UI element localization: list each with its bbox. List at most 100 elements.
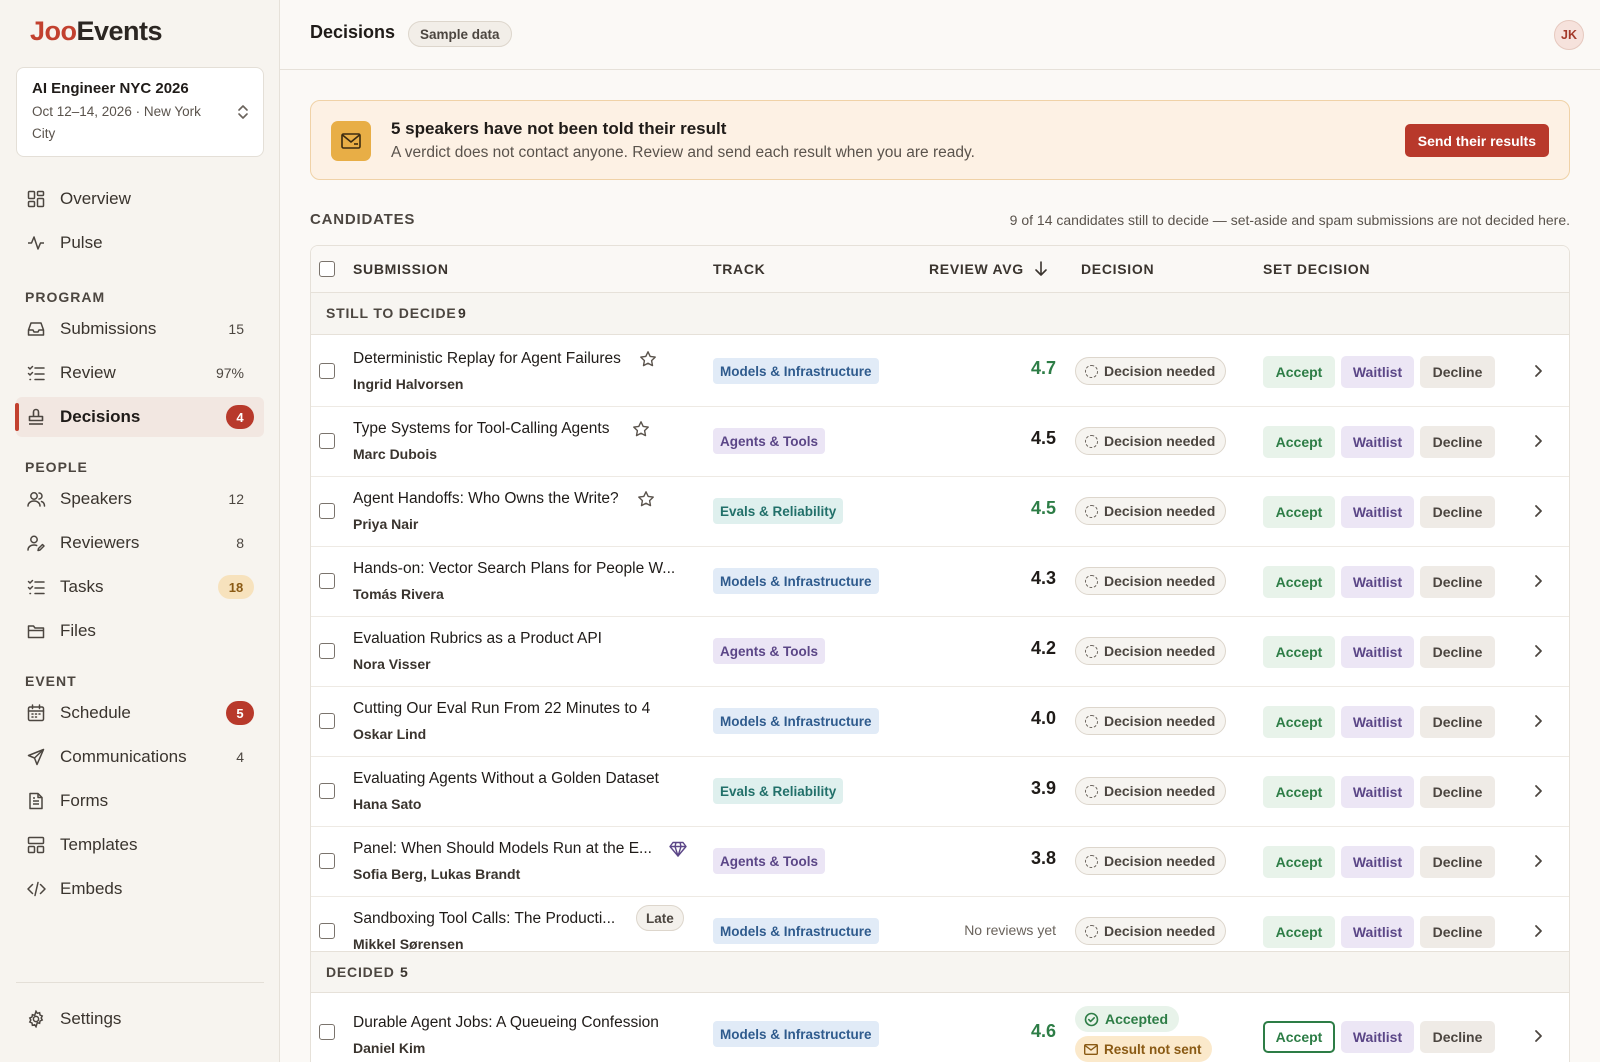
star-icon[interactable] — [632, 420, 650, 438]
decline-button[interactable]: Decline — [1420, 846, 1495, 878]
chevron-right-icon[interactable] — [1533, 714, 1543, 728]
table-row[interactable]: Agent Handoffs: Who Owns the Write? Priya… — [311, 476, 1569, 546]
row-checkbox[interactable] — [319, 363, 335, 379]
sidebar-item-pulse[interactable]: Pulse — [16, 223, 264, 263]
table-row[interactable]: Panel: When Should Models Run at the E..… — [311, 826, 1569, 896]
submission-title[interactable]: Evaluation Rubrics as a Product API — [353, 630, 602, 648]
accept-button[interactable]: Accept — [1263, 706, 1335, 738]
column-submission[interactable]: SUBMISSION — [353, 261, 449, 277]
sidebar-item-review[interactable]: Review 97% — [16, 353, 264, 393]
pending-circle-icon — [1085, 854, 1098, 868]
submission-title[interactable]: Deterministic Replay for Agent Failures — [353, 350, 621, 368]
submission-title[interactable]: Durable Agent Jobs: A Queueing Confessio… — [353, 1014, 659, 1032]
accept-button[interactable]: Accept — [1263, 776, 1335, 808]
accept-button[interactable]: Accept — [1263, 496, 1335, 528]
sidebar-item-forms[interactable]: Forms — [16, 781, 264, 821]
row-checkbox[interactable] — [319, 783, 335, 799]
waitlist-button[interactable]: Waitlist — [1341, 916, 1414, 948]
table-row[interactable]: Hands-on: Vector Search Plans for People… — [311, 546, 1569, 616]
sidebar-item-speakers[interactable]: Speakers 12 — [16, 479, 264, 519]
submission-title[interactable]: Type Systems for Tool-Calling Agents — [353, 420, 609, 438]
column-review-avg[interactable]: REVIEW AVG — [929, 261, 1024, 277]
accept-button[interactable]: Accept — [1263, 356, 1335, 388]
section-people: PEOPLE — [25, 459, 88, 475]
column-decision[interactable]: DECISION — [1081, 261, 1154, 277]
waitlist-button[interactable]: Waitlist — [1341, 636, 1414, 668]
accept-button[interactable]: Accept — [1263, 846, 1335, 878]
decline-button[interactable]: Decline — [1420, 566, 1495, 598]
chevron-right-icon[interactable] — [1533, 854, 1543, 868]
sidebar-item-files[interactable]: Files — [16, 611, 264, 651]
sidebar-item-tasks[interactable]: Tasks 18 — [16, 567, 264, 607]
decline-button[interactable]: Decline — [1420, 426, 1495, 458]
submission-title[interactable]: Cutting Our Eval Run From 22 Minutes to … — [353, 700, 650, 718]
row-checkbox[interactable] — [319, 573, 335, 589]
decline-button[interactable]: Decline — [1420, 776, 1495, 808]
star-icon[interactable] — [639, 350, 657, 368]
decline-button[interactable]: Decline — [1420, 1021, 1495, 1053]
chevron-right-icon[interactable] — [1533, 504, 1543, 518]
chevron-right-icon[interactable] — [1533, 364, 1543, 378]
sidebar-item-submissions[interactable]: Submissions 15 — [16, 309, 264, 349]
accept-button[interactable]: Accept — [1263, 566, 1335, 598]
sidebar-item-reviewers[interactable]: Reviewers 8 — [16, 523, 264, 563]
sidebar-item-decisions[interactable]: Decisions 4 — [15, 397, 264, 437]
chevron-right-icon[interactable] — [1533, 574, 1543, 588]
waitlist-button[interactable]: Waitlist — [1341, 356, 1414, 388]
app-logo[interactable]: JooEvents — [30, 16, 163, 47]
accept-button[interactable]: Accept — [1263, 426, 1335, 458]
submission-title[interactable]: Panel: When Should Models Run at the E..… — [353, 840, 652, 858]
accept-button[interactable]: Accept — [1263, 916, 1335, 948]
submission-title[interactable]: Sandboxing Tool Calls: The Producti... — [353, 910, 615, 928]
sidebar-item-overview[interactable]: Overview — [16, 179, 264, 219]
decline-button[interactable]: Decline — [1420, 636, 1495, 668]
decline-button[interactable]: Decline — [1420, 706, 1495, 738]
sort-descending-icon[interactable] — [1034, 261, 1048, 277]
waitlist-button[interactable]: Waitlist — [1341, 846, 1414, 878]
waitlist-button[interactable]: Waitlist — [1341, 566, 1414, 598]
chevron-right-icon[interactable] — [1533, 434, 1543, 448]
avatar[interactable]: JK — [1554, 20, 1584, 50]
sidebar-item-schedule[interactable]: Schedule 5 — [16, 693, 264, 733]
waitlist-button[interactable]: Waitlist — [1341, 426, 1414, 458]
sidebar-item-embeds[interactable]: Embeds — [16, 869, 264, 909]
table-row[interactable]: Durable Agent Jobs: A Queueing Confessio… — [311, 994, 1569, 1062]
chevron-right-icon[interactable] — [1533, 784, 1543, 798]
waitlist-button[interactable]: Waitlist — [1341, 706, 1414, 738]
table-row[interactable]: Evaluating Agents Without a Golden Datas… — [311, 756, 1569, 826]
row-checkbox[interactable] — [319, 923, 335, 939]
chevron-right-icon[interactable] — [1533, 1029, 1543, 1043]
select-all-checkbox[interactable] — [319, 261, 335, 277]
row-checkbox[interactable] — [319, 853, 335, 869]
table-row[interactable]: Deterministic Replay for Agent Failures I… — [311, 336, 1569, 406]
decline-button[interactable]: Decline — [1420, 916, 1495, 948]
submission-title[interactable]: Agent Handoffs: Who Owns the Write? — [353, 490, 619, 508]
decline-button[interactable]: Decline — [1420, 356, 1495, 388]
star-icon[interactable] — [637, 490, 655, 508]
submission-title[interactable]: Evaluating Agents Without a Golden Datas… — [353, 770, 659, 788]
row-checkbox[interactable] — [319, 433, 335, 449]
waitlist-button[interactable]: Waitlist — [1341, 496, 1414, 528]
table-row[interactable]: Evaluation Rubrics as a Product API Nora … — [311, 616, 1569, 686]
accept-button[interactable]: Accept — [1263, 636, 1335, 668]
chevron-right-icon[interactable] — [1533, 924, 1543, 938]
column-track[interactable]: TRACK — [713, 261, 766, 277]
row-checkbox[interactable] — [319, 643, 335, 659]
row-checkbox[interactable] — [319, 1024, 335, 1040]
decline-button[interactable]: Decline — [1420, 496, 1495, 528]
event-switcher[interactable]: AI Engineer NYC 2026 Oct 12–14, 2026 · N… — [16, 67, 264, 157]
chevron-right-icon[interactable] — [1533, 644, 1543, 658]
waitlist-button[interactable]: Waitlist — [1341, 776, 1414, 808]
table-row[interactable]: Cutting Our Eval Run From 22 Minutes to … — [311, 686, 1569, 756]
sidebar-item-communications[interactable]: Communications 4 — [16, 737, 264, 777]
send-results-button[interactable]: Send their results — [1404, 124, 1549, 157]
row-checkbox[interactable] — [319, 713, 335, 729]
submission-title[interactable]: Hands-on: Vector Search Plans for People… — [353, 560, 675, 578]
row-checkbox[interactable] — [319, 503, 335, 519]
sidebar-item-settings[interactable]: Settings — [16, 999, 264, 1039]
track-tag: Agents & Tools — [713, 848, 826, 874]
sidebar-item-templates[interactable]: Templates — [16, 825, 264, 865]
table-row[interactable]: Type Systems for Tool-Calling Agents Marc… — [311, 406, 1569, 476]
waitlist-button[interactable]: Waitlist — [1341, 1021, 1414, 1053]
accept-button[interactable]: Accept — [1263, 1021, 1335, 1053]
